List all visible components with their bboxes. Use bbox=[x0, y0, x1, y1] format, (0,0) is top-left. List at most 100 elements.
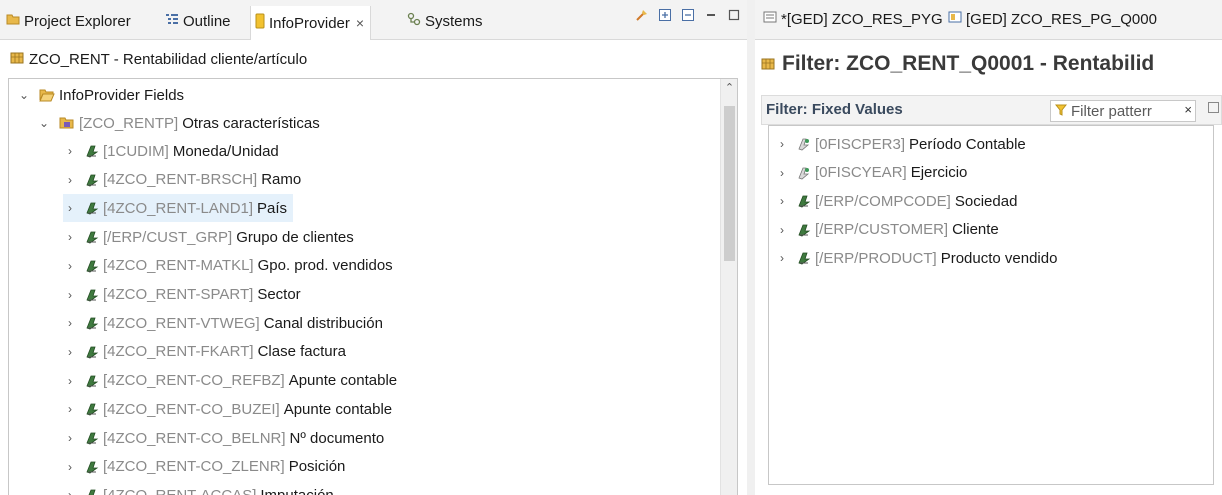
chevron-right-icon[interactable]: › bbox=[63, 316, 77, 330]
tech-name: [0FISCYEAR] bbox=[815, 164, 907, 182]
chevron-right-icon[interactable]: › bbox=[63, 488, 77, 495]
tree-item[interactable]: › [4ZCO_RENT-VTWEG] Canal distribución bbox=[63, 309, 383, 337]
tree-item[interactable]: › [4ZCO_RENT-BRSCH] Ramo bbox=[63, 166, 301, 194]
folder-open-icon bbox=[39, 88, 55, 102]
view-tab-bar: Project Explorer Outline InfoProvider × … bbox=[0, 0, 747, 40]
chevron-down-icon[interactable]: ⌄ bbox=[37, 116, 51, 130]
tech-name: [4ZCO_RENT-FKART] bbox=[103, 343, 254, 361]
tab-label: Outline bbox=[183, 12, 231, 30]
tab-label: Project Explorer bbox=[24, 12, 131, 30]
view-toolbar bbox=[635, 8, 741, 22]
description: Cliente bbox=[952, 221, 999, 239]
tree-item[interactable]: › [4ZCO_RENT-SPART] Sector bbox=[63, 281, 301, 309]
chevron-right-icon[interactable]: › bbox=[775, 194, 789, 208]
maximize-icon[interactable] bbox=[727, 8, 741, 22]
tech-name: [/ERP/PRODUCT] bbox=[815, 249, 937, 267]
chevron-right-icon[interactable]: › bbox=[63, 345, 77, 359]
characteristic-icon bbox=[85, 144, 99, 158]
clear-filter-icon[interactable]: × bbox=[1182, 102, 1192, 117]
scroll-thumb[interactable] bbox=[724, 106, 735, 261]
filter-item[interactable]: › [0FISCPER3] Período Contable bbox=[775, 130, 1026, 158]
tech-name: [4ZCO_RENT-ACCAS] bbox=[103, 487, 256, 495]
tree-item[interactable]: › [4ZCO_RENT-MATKL] Gpo. prod. vendidos bbox=[63, 252, 393, 280]
chevron-right-icon[interactable]: › bbox=[63, 173, 77, 187]
chevron-right-icon[interactable]: › bbox=[775, 223, 789, 237]
filter-item[interactable]: › [/ERP/PRODUCT] Producto vendido bbox=[775, 244, 1057, 272]
description: Canal distribución bbox=[263, 314, 383, 332]
chevron-right-icon[interactable]: › bbox=[63, 460, 77, 474]
expand-all-icon[interactable] bbox=[658, 8, 672, 22]
tech-name: [/ERP/CUST_GRP] bbox=[103, 228, 233, 246]
description: Producto vendido bbox=[940, 249, 1058, 267]
tab-infoprovider[interactable]: InfoProvider × bbox=[250, 6, 372, 40]
characteristic-icon bbox=[797, 166, 811, 180]
tab-project-explorer[interactable]: Project Explorer bbox=[6, 10, 131, 32]
filter-item[interactable]: › [/ERP/COMPCODE] Sociedad bbox=[775, 187, 1017, 215]
tab-outline[interactable]: Outline bbox=[165, 10, 231, 32]
collapse-all-icon[interactable] bbox=[681, 8, 695, 22]
vertical-scrollbar[interactable]: ⌃ bbox=[720, 79, 737, 495]
tab-systems[interactable]: Systems bbox=[407, 10, 483, 32]
characteristic-icon bbox=[85, 345, 99, 359]
tree-item[interactable]: › [4ZCO_RENT-CO_ZLENR] Posición bbox=[63, 453, 345, 481]
chevron-right-icon[interactable]: › bbox=[63, 259, 77, 273]
chevron-right-icon[interactable]: › bbox=[63, 374, 77, 388]
chevron-right-icon[interactable]: › bbox=[63, 144, 77, 158]
chevron-right-icon[interactable]: › bbox=[63, 288, 77, 302]
tech-name: [4ZCO_RENT-SPART] bbox=[103, 286, 254, 303]
tree-item[interactable]: › [4ZCO_RENT-CO_BELNR] Nº documento bbox=[63, 424, 384, 452]
chevron-right-icon[interactable]: › bbox=[63, 230, 77, 244]
provider-title: ZCO_RENT - Rentabilidad cliente/artículo bbox=[10, 50, 307, 68]
tree-group[interactable]: ⌄ [ZCO_RENTP] Otras características bbox=[37, 109, 320, 137]
characteristic-icon bbox=[797, 251, 811, 265]
description: Ejercicio bbox=[910, 164, 968, 182]
chevron-right-icon[interactable]: › bbox=[775, 137, 789, 151]
restore-icon[interactable] bbox=[1208, 102, 1219, 113]
chevron-right-icon[interactable]: › bbox=[63, 402, 77, 416]
filter-fixed-values-section: Filter: Fixed Values Filter patterr × bbox=[761, 95, 1222, 125]
funnel-icon bbox=[1054, 103, 1068, 120]
editor-tab-bar: *[GED] ZCO_RES_PYG [GED] ZCO_RES_PG_Q000 bbox=[755, 0, 1222, 40]
systems-icon bbox=[407, 12, 421, 30]
chevron-down-icon[interactable]: ⌄ bbox=[17, 88, 31, 102]
tech-name: [0FISCPER3] bbox=[815, 135, 906, 153]
tree-item[interactable]: › [1CUDIM] Moneda/Unidad bbox=[63, 137, 279, 165]
description: Imputación bbox=[260, 487, 333, 495]
tree-root-label: InfoProvider Fields bbox=[59, 86, 185, 104]
dimension-folder-icon bbox=[59, 116, 75, 130]
group-tech-name: [ZCO_RENTP] bbox=[79, 114, 179, 132]
minimize-icon[interactable] bbox=[704, 8, 718, 22]
chevron-right-icon[interactable]: › bbox=[63, 201, 77, 215]
characteristic-icon bbox=[85, 316, 99, 330]
tree-item[interactable]: › [4ZCO_RENT-FKART] Clase factura bbox=[63, 338, 346, 366]
tree-item[interactable]: › [4ZCO_RENT-CO_REFBZ] Apunte contable bbox=[63, 367, 397, 395]
chevron-right-icon[interactable]: › bbox=[63, 431, 77, 445]
description: Nº documento bbox=[289, 429, 385, 447]
tab-editor-zco-res-pg[interactable]: [GED] ZCO_RES_PG_Q000 bbox=[948, 10, 1157, 28]
close-icon[interactable]: × bbox=[356, 15, 364, 31]
characteristic-icon bbox=[797, 223, 811, 237]
view-splitter[interactable] bbox=[747, 0, 755, 495]
query-icon bbox=[763, 10, 777, 28]
filter-placeholder: Filter patterr bbox=[1071, 102, 1152, 120]
characteristic-icon bbox=[85, 460, 99, 474]
infoprovider-tree: ⌄ InfoProvider Fields ⌄ [ZCO_RENTP] Otra… bbox=[8, 78, 738, 495]
filter-pattern-input[interactable]: Filter patterr × bbox=[1050, 100, 1196, 122]
filter-item[interactable]: › [0FISCYEAR] Ejercicio bbox=[775, 159, 967, 187]
filter-item[interactable]: › [/ERP/CUSTOMER] Cliente bbox=[775, 216, 999, 244]
query-editor: *[GED] ZCO_RES_PYG [GED] ZCO_RES_PG_Q000… bbox=[755, 0, 1222, 495]
description: Período Contable bbox=[909, 135, 1026, 153]
tab-label: [GED] ZCO_RES_PG_Q000 bbox=[966, 10, 1157, 28]
tree-root[interactable]: ⌄ InfoProvider Fields bbox=[17, 81, 184, 109]
chevron-right-icon[interactable]: › bbox=[775, 166, 789, 180]
description: Grupo de clientes bbox=[236, 228, 354, 246]
description: País bbox=[257, 199, 288, 217]
scroll-up-icon[interactable]: ⌃ bbox=[721, 81, 737, 94]
tree-item[interactable]: › [/ERP/CUST_GRP] Grupo de clientes bbox=[63, 223, 354, 251]
link-editor-icon[interactable] bbox=[635, 8, 649, 22]
tree-item[interactable]: › [4ZCO_RENT-LAND1] País bbox=[63, 194, 294, 223]
tab-editor-zco-res-pyg[interactable]: *[GED] ZCO_RES_PYG bbox=[763, 10, 943, 28]
tree-item[interactable]: › [4ZCO_RENT-CO_BUZEI] Apunte contable bbox=[63, 395, 392, 423]
tree-item[interactable]: › [4ZCO_RENT-ACCAS] Imputación bbox=[63, 481, 334, 495]
chevron-right-icon[interactable]: › bbox=[775, 251, 789, 265]
